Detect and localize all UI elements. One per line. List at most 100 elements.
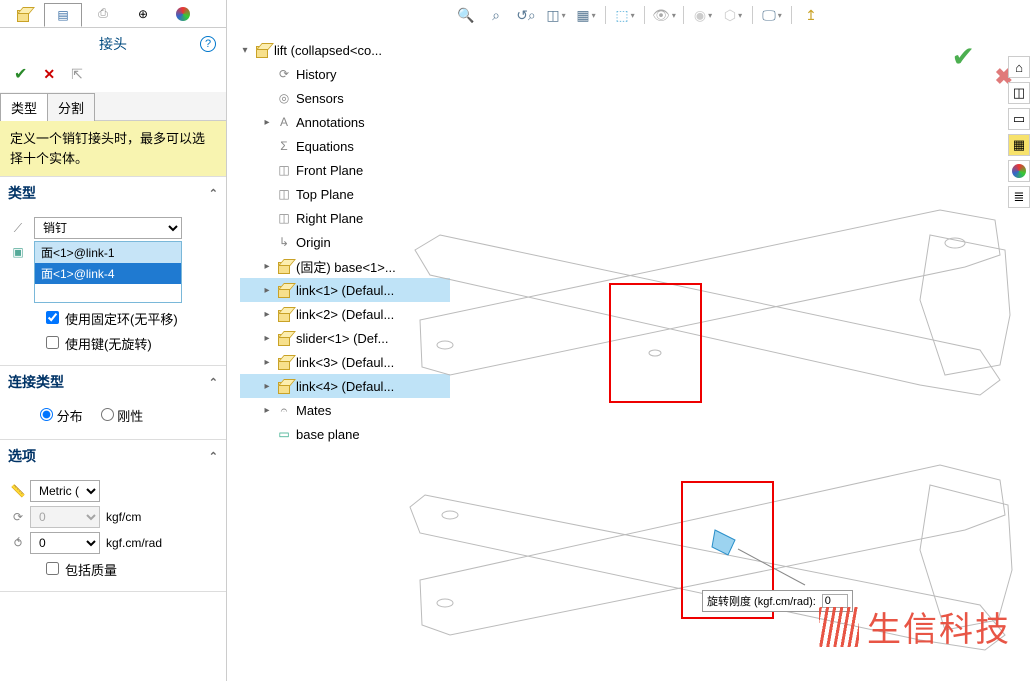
expand-icon[interactable]: ▸	[262, 309, 272, 320]
ok-button[interactable]: ✔	[14, 64, 27, 84]
appearance-ball-icon[interactable]	[1008, 160, 1030, 182]
collapse-icon[interactable]: ▾	[240, 45, 250, 56]
expand-icon[interactable]: ▸	[262, 117, 272, 128]
crosshair-icon: ⊕	[138, 7, 148, 21]
history-icon: ⟳	[276, 66, 292, 82]
tab-config-icon[interactable]: ⎙	[84, 2, 122, 26]
ruler-icon: 📏	[8, 484, 28, 498]
scene-icon[interactable]: ⬡	[722, 4, 744, 26]
stiffness-icon: ⟳	[8, 510, 28, 524]
section-options-header[interactable]: 选项 ⌃	[0, 440, 226, 472]
part-icon	[276, 330, 292, 346]
help-icon[interactable]: ?	[200, 36, 216, 52]
sub-tabs: 类型 分割	[0, 92, 226, 121]
appearance-icon[interactable]: ◉	[692, 4, 714, 26]
selection-icon: ▣	[8, 245, 28, 259]
plane-icon: ◫	[276, 162, 292, 178]
expand-icon[interactable]: ▸	[262, 333, 272, 344]
confirm-row: ✔ ✕ ⇱	[0, 60, 226, 92]
folder-icon[interactable]: ▭	[1008, 108, 1030, 130]
zoom-fit-icon[interactable]: 🔍	[455, 4, 477, 26]
expand-icon[interactable]: ▸	[262, 357, 272, 368]
tree-item-label: link<4> (Defaul...	[296, 379, 394, 394]
pin-button[interactable]: ⇱	[71, 66, 83, 83]
zoom-prev-icon[interactable]: ↺⌕	[515, 4, 537, 26]
section-options: 选项 ⌃ 📏 Metric (G) ⟳ 0 kgf/cm ⥀ 0 kgf.cm/…	[0, 440, 226, 592]
panel-title: 接头 ?	[0, 28, 226, 60]
tree-item-label: Front Plane	[296, 163, 363, 178]
tree-item-label: History	[296, 67, 336, 82]
section-connection-header[interactable]: 连接类型 ⌃	[0, 366, 226, 398]
tab-appearance-icon[interactable]	[164, 2, 202, 26]
cube-icon	[15, 6, 31, 22]
radio-distributed[interactable]: 分布	[40, 406, 83, 425]
tree-item-0[interactable]: ⟳ History	[240, 62, 450, 86]
rot-stiffness-unit: kgf.cm/rad	[106, 536, 162, 550]
grid-icon[interactable]: ▦	[1008, 134, 1030, 156]
tree-item-label: link<3> (Defaul...	[296, 355, 394, 370]
section-view-icon[interactable]: ◫	[545, 4, 567, 26]
tree-item-2[interactable]: ▸AAnnotations	[240, 110, 450, 134]
highlight-box-1	[609, 283, 702, 403]
home-icon[interactable]: ⌂	[1008, 56, 1030, 78]
use-key-label: 使用键(无旋转)	[65, 334, 152, 353]
selection-item-1[interactable]: 面<1>@link-1	[35, 242, 181, 263]
use-key-input[interactable]	[46, 336, 59, 349]
use-fixed-ring-input[interactable]	[46, 311, 59, 324]
section-type-header[interactable]: 类型 ⌃	[0, 177, 226, 209]
tab-target-icon[interactable]: ⊕	[124, 2, 162, 26]
include-mass-input[interactable]	[46, 562, 59, 575]
part-icon	[276, 282, 292, 298]
section-connection: 连接类型 ⌃ 分布 刚性	[0, 366, 226, 440]
radio-rigid[interactable]: 刚性	[101, 406, 144, 425]
assembly-icon	[254, 42, 270, 58]
display-style-icon[interactable]: ⬚	[614, 4, 636, 26]
part-icon	[276, 306, 292, 322]
right-toolbar: ⌂ ◫ ▭ ▦ ≣	[1007, 56, 1031, 208]
tree-item-1[interactable]: ◎Sensors	[240, 86, 450, 110]
tab-split[interactable]: 分割	[47, 93, 95, 121]
view-orientation-icon[interactable]: ▦	[575, 4, 597, 26]
expand-icon[interactable]: ▸	[262, 285, 272, 296]
tree-item-label: (固定) base<1>...	[296, 257, 396, 276]
tree-item-label: link<2> (Defaul...	[296, 307, 394, 322]
use-fixed-ring-checkbox[interactable]: 使用固定环(无平移)	[46, 309, 218, 328]
panel-tab-strip: ▤ ⎙ ⊕	[0, 0, 226, 28]
accept-check-icon[interactable]: ✔	[952, 40, 975, 73]
chevron-up-icon: ⌃	[209, 450, 218, 463]
origin-icon: ↳	[276, 234, 292, 250]
eq-icon: Σ	[276, 138, 292, 154]
view-toolbar: 🔍 ⌕ ↺⌕ ◫ ▦ ⬚ 👁 ◉ ⬡ 🖵 ↥	[455, 4, 822, 26]
include-mass-label: 包括质量	[65, 560, 117, 579]
selection-item-2[interactable]: 面<1>@link-4	[35, 263, 181, 284]
property-panel: ▤ ⎙ ⊕ 接头 ? ✔ ✕ ⇱ 类型 分割 定义一个销钉接头时，最多可以选择十…	[0, 0, 227, 681]
tree-item-label: Top Plane	[296, 187, 354, 202]
tab-properties-icon[interactable]: ▤	[44, 3, 82, 27]
rot-stiffness-value[interactable]: 0	[30, 532, 100, 554]
include-mass-checkbox[interactable]: 包括质量	[46, 560, 218, 579]
section-connection-title: 连接类型	[8, 372, 64, 392]
callout-label: 旋转刚度 (kgf.cm/rad):	[707, 593, 816, 609]
expand-icon[interactable]: ▸	[262, 261, 272, 272]
render-icon[interactable]: 🖵	[761, 4, 783, 26]
list-icon[interactable]: ≣	[1008, 186, 1030, 208]
hide-show-icon[interactable]: 👁	[653, 4, 675, 26]
expand-icon[interactable]: ▸	[262, 405, 272, 416]
tab-type[interactable]: 类型	[0, 93, 48, 121]
use-key-checkbox[interactable]: 使用键(无旋转)	[46, 334, 218, 353]
watermark-text: 生信科技	[867, 602, 1011, 651]
tab-assembly-icon[interactable]	[4, 2, 42, 26]
tree-root[interactable]: ▾ lift (collapsed<co...	[240, 38, 450, 62]
zoom-area-icon[interactable]: ⌕	[485, 4, 507, 26]
tree-item-label: base plane	[296, 427, 360, 442]
cube-view-icon[interactable]: ◫	[1008, 82, 1030, 104]
cancel-button[interactable]: ✕	[43, 66, 55, 83]
selection-list[interactable]: 面<1>@link-1 面<1>@link-4	[34, 241, 182, 303]
watermark-logo-icon	[819, 607, 859, 647]
joint-type-select[interactable]: 销钉	[34, 217, 182, 239]
tree-root-label: lift (collapsed<co...	[274, 43, 382, 58]
expand-icon[interactable]: ▸	[262, 381, 272, 392]
unit-system-select[interactable]: Metric (G)	[30, 480, 100, 502]
triad-icon[interactable]: ↥	[800, 4, 822, 26]
plane-icon: ◫	[276, 210, 292, 226]
